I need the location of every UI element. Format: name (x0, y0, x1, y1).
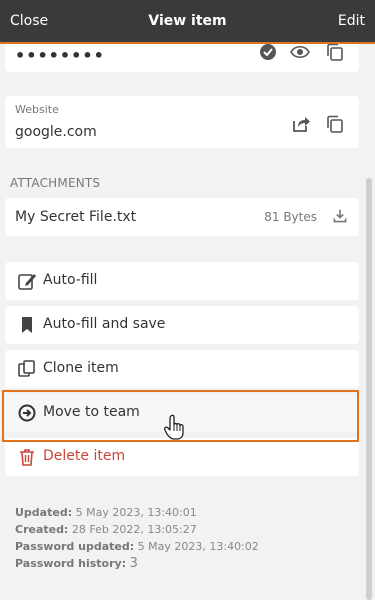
clone-icon (18, 360, 35, 377)
autofill-save-label: Auto-fill and save (43, 316, 166, 332)
copy-password-icon[interactable] (325, 44, 345, 62)
autofill-label: Auto-fill (43, 272, 98, 288)
website-value[interactable]: google.com (15, 124, 97, 140)
attachments-heading: ATTACHMENTS (10, 176, 101, 190)
close-button[interactable]: Close (10, 13, 48, 29)
bookmark-icon (22, 317, 32, 333)
password-history-count[interactable]: 3 (130, 556, 138, 571)
clone-item-button[interactable]: Clone item (5, 350, 359, 388)
trash-icon (20, 449, 34, 466)
updated-label: Updated: (15, 506, 73, 519)
top-bar: Close View item Edit (0, 0, 375, 42)
page-title: View item (148, 13, 227, 29)
move-to-team-label: Move to team (43, 404, 140, 420)
attachment-item[interactable]: My Secret File.txt 81 Bytes (5, 198, 359, 236)
password-history-label: Password history: (15, 557, 127, 570)
attachment-name: My Secret File.txt (15, 209, 137, 225)
created-value: 28 Feb 2022, 13:05:27 (71, 523, 197, 536)
header-accent-line (0, 42, 375, 44)
item-details[interactable]: •••••••• Website google.com ATTACHMENTS … (0, 44, 375, 600)
delete-item-button[interactable]: Delete item (5, 438, 359, 476)
autofill-button[interactable]: Auto-fill (5, 262, 359, 300)
check-password-icon[interactable] (258, 44, 278, 62)
attachment-size: 81 Bytes (264, 210, 317, 224)
password-updated-row: Password updated: 5 May 2023, 13:40:02 (15, 538, 259, 555)
website-label: Website (15, 103, 59, 116)
updated-value: 5 May 2023, 13:40:01 (75, 506, 197, 519)
edit-pencil-icon (18, 274, 36, 290)
created-row: Created: 28 Feb 2022, 13:05:27 (15, 521, 259, 538)
password-value: •••••••• (15, 46, 105, 65)
password-field: •••••••• (5, 44, 359, 72)
updated-row: Updated: 5 May 2023, 13:40:01 (15, 504, 259, 521)
edit-button[interactable]: Edit (338, 13, 365, 29)
scrollbar-thumb[interactable] (366, 178, 372, 600)
website-field: Website google.com (5, 96, 359, 148)
password-history-row[interactable]: Password history: 3 (15, 555, 259, 572)
password-updated-label: Password updated: (15, 540, 135, 553)
arrow-circle-right-icon (18, 404, 36, 422)
password-updated-value: 5 May 2023, 13:40:02 (137, 540, 259, 553)
created-label: Created: (15, 523, 69, 536)
hand-cursor-icon (164, 414, 184, 440)
clone-item-label: Clone item (43, 360, 119, 376)
show-password-icon[interactable] (290, 44, 310, 62)
download-icon[interactable] (332, 208, 348, 224)
autofill-save-button[interactable]: Auto-fill and save (5, 306, 359, 344)
open-link-icon[interactable] (291, 114, 311, 134)
item-metadata: Updated: 5 May 2023, 13:40:01 Created: 2… (15, 504, 259, 572)
delete-item-label: Delete item (43, 448, 126, 464)
copy-website-icon[interactable] (325, 114, 345, 134)
